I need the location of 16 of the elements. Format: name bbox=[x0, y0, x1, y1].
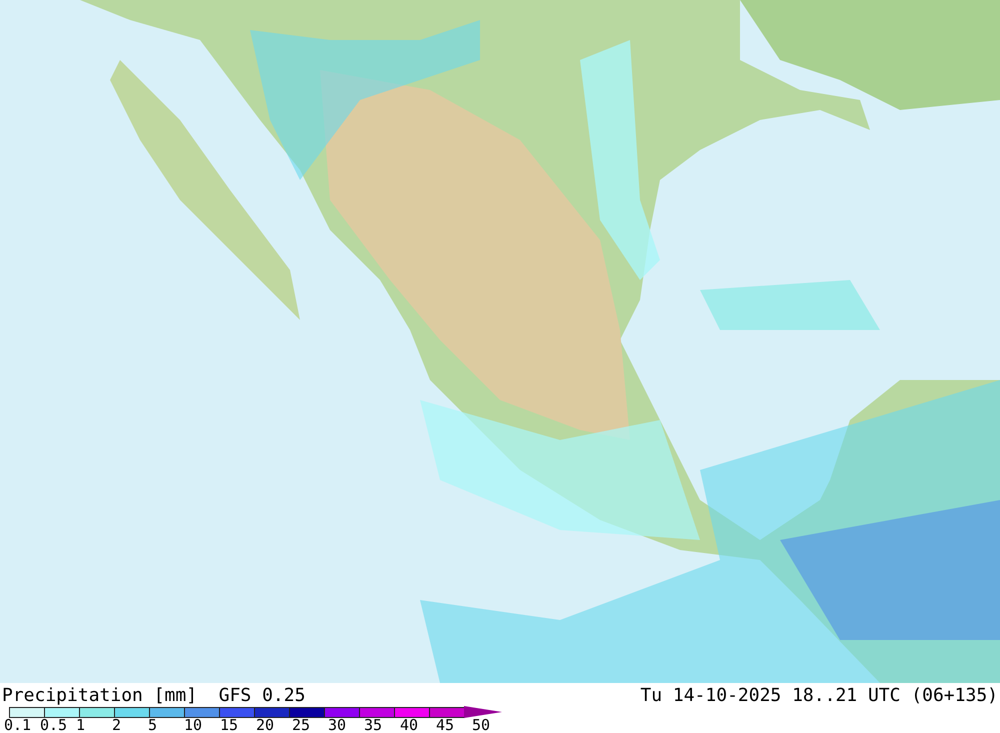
legend-label: 0.1 bbox=[4, 718, 32, 733]
legend-label: 15 bbox=[220, 718, 240, 733]
legend-label: 40 bbox=[400, 718, 420, 733]
legend-label: 45 bbox=[436, 718, 456, 733]
legend-label: 1 bbox=[76, 718, 86, 733]
legend-label: 50 bbox=[472, 718, 492, 733]
legend-label: 30 bbox=[328, 718, 348, 733]
map-title: Precipitation [mm] GFS 0.25 bbox=[2, 685, 306, 706]
legend-label: 0.5 bbox=[40, 718, 68, 733]
legend-label: 10 bbox=[184, 718, 204, 733]
legend-label: 35 bbox=[364, 718, 384, 733]
valid-time: Tu 14-10-2025 18..21 UTC (06+135) bbox=[640, 685, 998, 706]
legend-label: 2 bbox=[112, 718, 122, 733]
legend-label: 5 bbox=[148, 718, 158, 733]
legend-label: 25 bbox=[292, 718, 312, 733]
legend-label: 20 bbox=[256, 718, 276, 733]
